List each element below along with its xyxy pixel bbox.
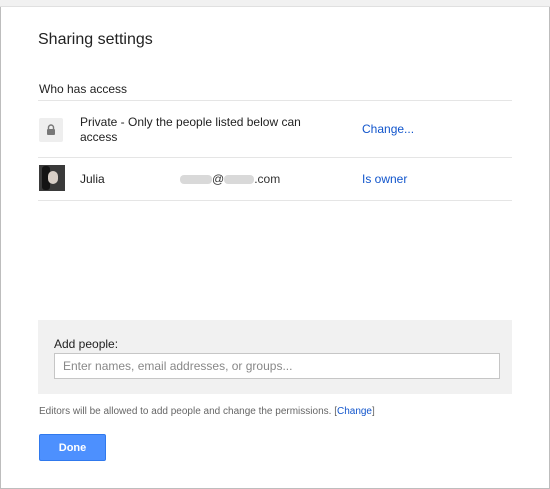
- user-name: Julia: [80, 172, 105, 186]
- add-people-input[interactable]: [54, 353, 500, 379]
- redacted-text: [180, 175, 212, 184]
- avatar: [39, 165, 65, 191]
- editors-note: Editors will be allowed to add people an…: [39, 406, 375, 417]
- dialog-title: Sharing settings: [38, 31, 153, 48]
- who-has-access-label: Who has access: [39, 82, 128, 96]
- divider: [38, 100, 512, 101]
- owner-role-link[interactable]: Is owner: [362, 172, 407, 186]
- add-people-panel: Add people:: [38, 320, 512, 394]
- lock-icon: [47, 124, 55, 135]
- access-level-icon: [39, 118, 63, 142]
- divider: [38, 157, 512, 158]
- add-people-label: Add people:: [54, 337, 119, 351]
- user-email: @ .com: [180, 172, 280, 186]
- done-button[interactable]: Done: [39, 434, 106, 461]
- dialog-top-edge: [0, 0, 550, 7]
- change-editor-permissions-link[interactable]: Change: [337, 406, 372, 417]
- access-description: Private - Only the people listed below c…: [80, 115, 301, 144]
- change-access-link[interactable]: Change...: [362, 122, 414, 136]
- divider: [38, 200, 512, 201]
- redacted-text: [224, 175, 255, 184]
